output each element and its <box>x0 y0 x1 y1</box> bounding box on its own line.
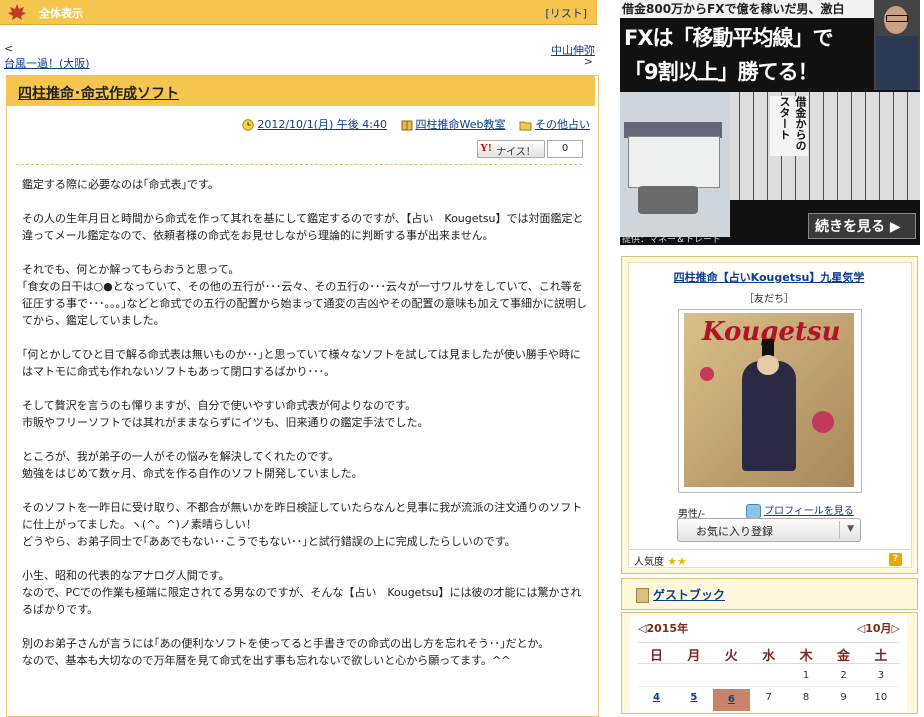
dropdown-arrow-icon: ▼ <box>847 524 854 534</box>
calendar-weekdays: 日月火水木金土 <box>638 642 900 664</box>
calendar-day: 8 <box>802 692 810 703</box>
popularity-label: 人気度 <box>634 557 664 568</box>
calendar-day: 10 <box>874 692 888 703</box>
popularity-stars: ★★ <box>667 555 687 568</box>
ad-credit: 提供：マネー＆トレード <box>622 235 722 245</box>
advertisement-banner[interactable]: 借金800万からFXで億を稼いだ男、激白 FXは「移動平均線」で 「9割以上」勝… <box>620 0 920 245</box>
entry-body: 鑑定する際に必要なのは｢命式表｣です。その人の生年月日と時間から命式を作って其れ… <box>22 176 587 686</box>
calendar-weekday: 金 <box>836 649 850 664</box>
calendar-month-nav[interactable]: ◁10月▷ <box>857 620 900 636</box>
calendar-day: 2 <box>840 670 847 681</box>
view-all-label[interactable]: 全体表示 <box>39 5 83 21</box>
list-link[interactable]: [リスト] <box>545 5 587 21</box>
entry-paragraph: それでも、何とか解ってもらおうと思って。 ｢食女の日干は○●となっていて、その他… <box>22 263 587 327</box>
calendar-nav: ◁2015年 ◁10月▷ <box>638 620 900 636</box>
help-icon[interactable]: ? <box>889 553 902 566</box>
ad-house-photo <box>620 92 730 237</box>
entry-paragraph: ｢何とかしてひと目で解る命式表は無いものか･･｣と思っていて様々なソフトを試して… <box>22 348 581 378</box>
ad-side-title: 借金からのスタート <box>770 96 808 156</box>
ad-headline-1: FXは「移動平均線」で <box>624 26 834 50</box>
nice-button[interactable]: Y! ナイス！ <box>477 140 545 158</box>
profile-name-link[interactable]: 四柱推命【占いKougetsu】九星気学 <box>628 269 910 285</box>
ad-headline-2: 「9割以上」勝てる！ <box>624 60 819 84</box>
nice-widget: Y! ナイス！ 0 <box>477 140 583 158</box>
book-icon <box>401 120 413 131</box>
category-link-web-class[interactable]: 四柱推命Web教室 <box>416 118 506 131</box>
calendar-weekday: 火 <box>724 649 738 664</box>
ad-man-image <box>874 0 920 90</box>
entry-paragraph: ところが、我が弟子の一人がその悩みを解決してくれたのです。 勉強をはじめて数ヶ月… <box>22 450 363 480</box>
popularity-divider <box>628 549 910 550</box>
prev-arrow[interactable]: < <box>4 42 13 55</box>
ad-continue-button[interactable]: 続きを見る ▶ <box>808 213 916 239</box>
entry-meta: 2012/10/1(月) 午後 4:40 四柱推命Web教室 その他占い <box>200 116 590 132</box>
entry-navigation: < 台風一過！(大阪) 中山伸弥 > <box>0 40 597 70</box>
calendar-weekday: 水 <box>762 649 776 664</box>
entry-paragraph: 小生、昭和の代表的なアナログ人間です。 なので、PCでの作業も極端に限定されてる… <box>22 569 582 616</box>
ad-body-text <box>730 92 920 200</box>
calendar-day: 7 <box>765 692 772 703</box>
yahoo-icon: Y! <box>480 142 492 154</box>
calendar-day[interactable]: 4 <box>638 692 675 703</box>
category-link-other[interactable]: その他占い <box>535 118 590 131</box>
guestbook[interactable]: ゲストブック <box>636 586 725 603</box>
favorite-button-label: お気に入り登録 <box>696 525 773 538</box>
calendar-week-1: 1 2 3 <box>638 670 900 687</box>
next-arrow[interactable]: > <box>584 55 593 68</box>
calendar-weekday: 木 <box>799 649 813 664</box>
calendar-week-2: 4 5 6 7 8 9 10 <box>638 689 900 712</box>
notebook-icon <box>636 588 649 603</box>
guestbook-link[interactable]: ゲストブック <box>653 588 725 602</box>
entry-paragraph: 鑑定する際に必要なのは｢命式表｣です。 <box>22 178 219 191</box>
calendar-day: 3 <box>877 670 885 681</box>
profile-icon <box>746 503 761 519</box>
folder-icon <box>519 121 532 130</box>
maple-leaf-icon <box>8 4 26 20</box>
top-bar: 全体表示 [リスト] <box>0 0 597 25</box>
calendar-day[interactable]: 5 <box>675 692 712 703</box>
calendar-weekday: 月 <box>687 649 701 664</box>
entry-paragraph: 別のお弟子さんが言うには｢あの便利なソフトを使ってると手書きでの命式の出し方を忘… <box>22 637 550 667</box>
entry-paragraph: その人の生年月日と時間から命式を作って其れを基にして鑑定するのですが、【占い K… <box>22 212 584 242</box>
profile-image[interactable]: Kougetsu <box>684 313 854 487</box>
profile-link-label[interactable]: プロフィールを見る <box>764 506 854 517</box>
nice-count: 0 <box>547 140 583 158</box>
calendar-year-nav[interactable]: ◁2015年 <box>638 620 688 636</box>
favorite-button[interactable]: お気に入り登録 ▼ <box>677 518 861 542</box>
calendar-day: 1 <box>802 670 810 681</box>
entry-header: 四柱推命･命式作成ソフト <box>6 76 595 106</box>
entry-title[interactable]: 四柱推命･命式作成ソフト <box>18 83 179 103</box>
profile-link[interactable]: プロフィールを見る <box>746 502 854 519</box>
entry-paragraph: そのソフトを一昨日に受け取り、不都合が無いかを昨日検証していたらなんと見事に我が… <box>22 501 583 548</box>
popularity: 人気度 ★★ <box>634 553 687 568</box>
entry-divider <box>16 164 582 165</box>
calendar-weekday: 日 <box>649 649 663 664</box>
prev-entry-link[interactable]: 台風一過！(大阪) <box>4 55 90 71</box>
entry-date-link[interactable]: 2012/10/1(月) 午後 4:40 <box>257 118 387 131</box>
calendar-day[interactable]: 6 <box>712 689 750 711</box>
calendar-weekday: 土 <box>874 649 888 664</box>
clock-icon <box>242 119 255 131</box>
entry-paragraph: そして贅沢を言うのも憚りますが、自分で使いやすい命式表が何よりなのです。 市販や… <box>22 399 429 429</box>
nice-button-label: ナイス！ <box>496 147 536 158</box>
calendar-day: 9 <box>840 692 847 703</box>
friend-tag: ［友だち］ <box>744 294 794 305</box>
